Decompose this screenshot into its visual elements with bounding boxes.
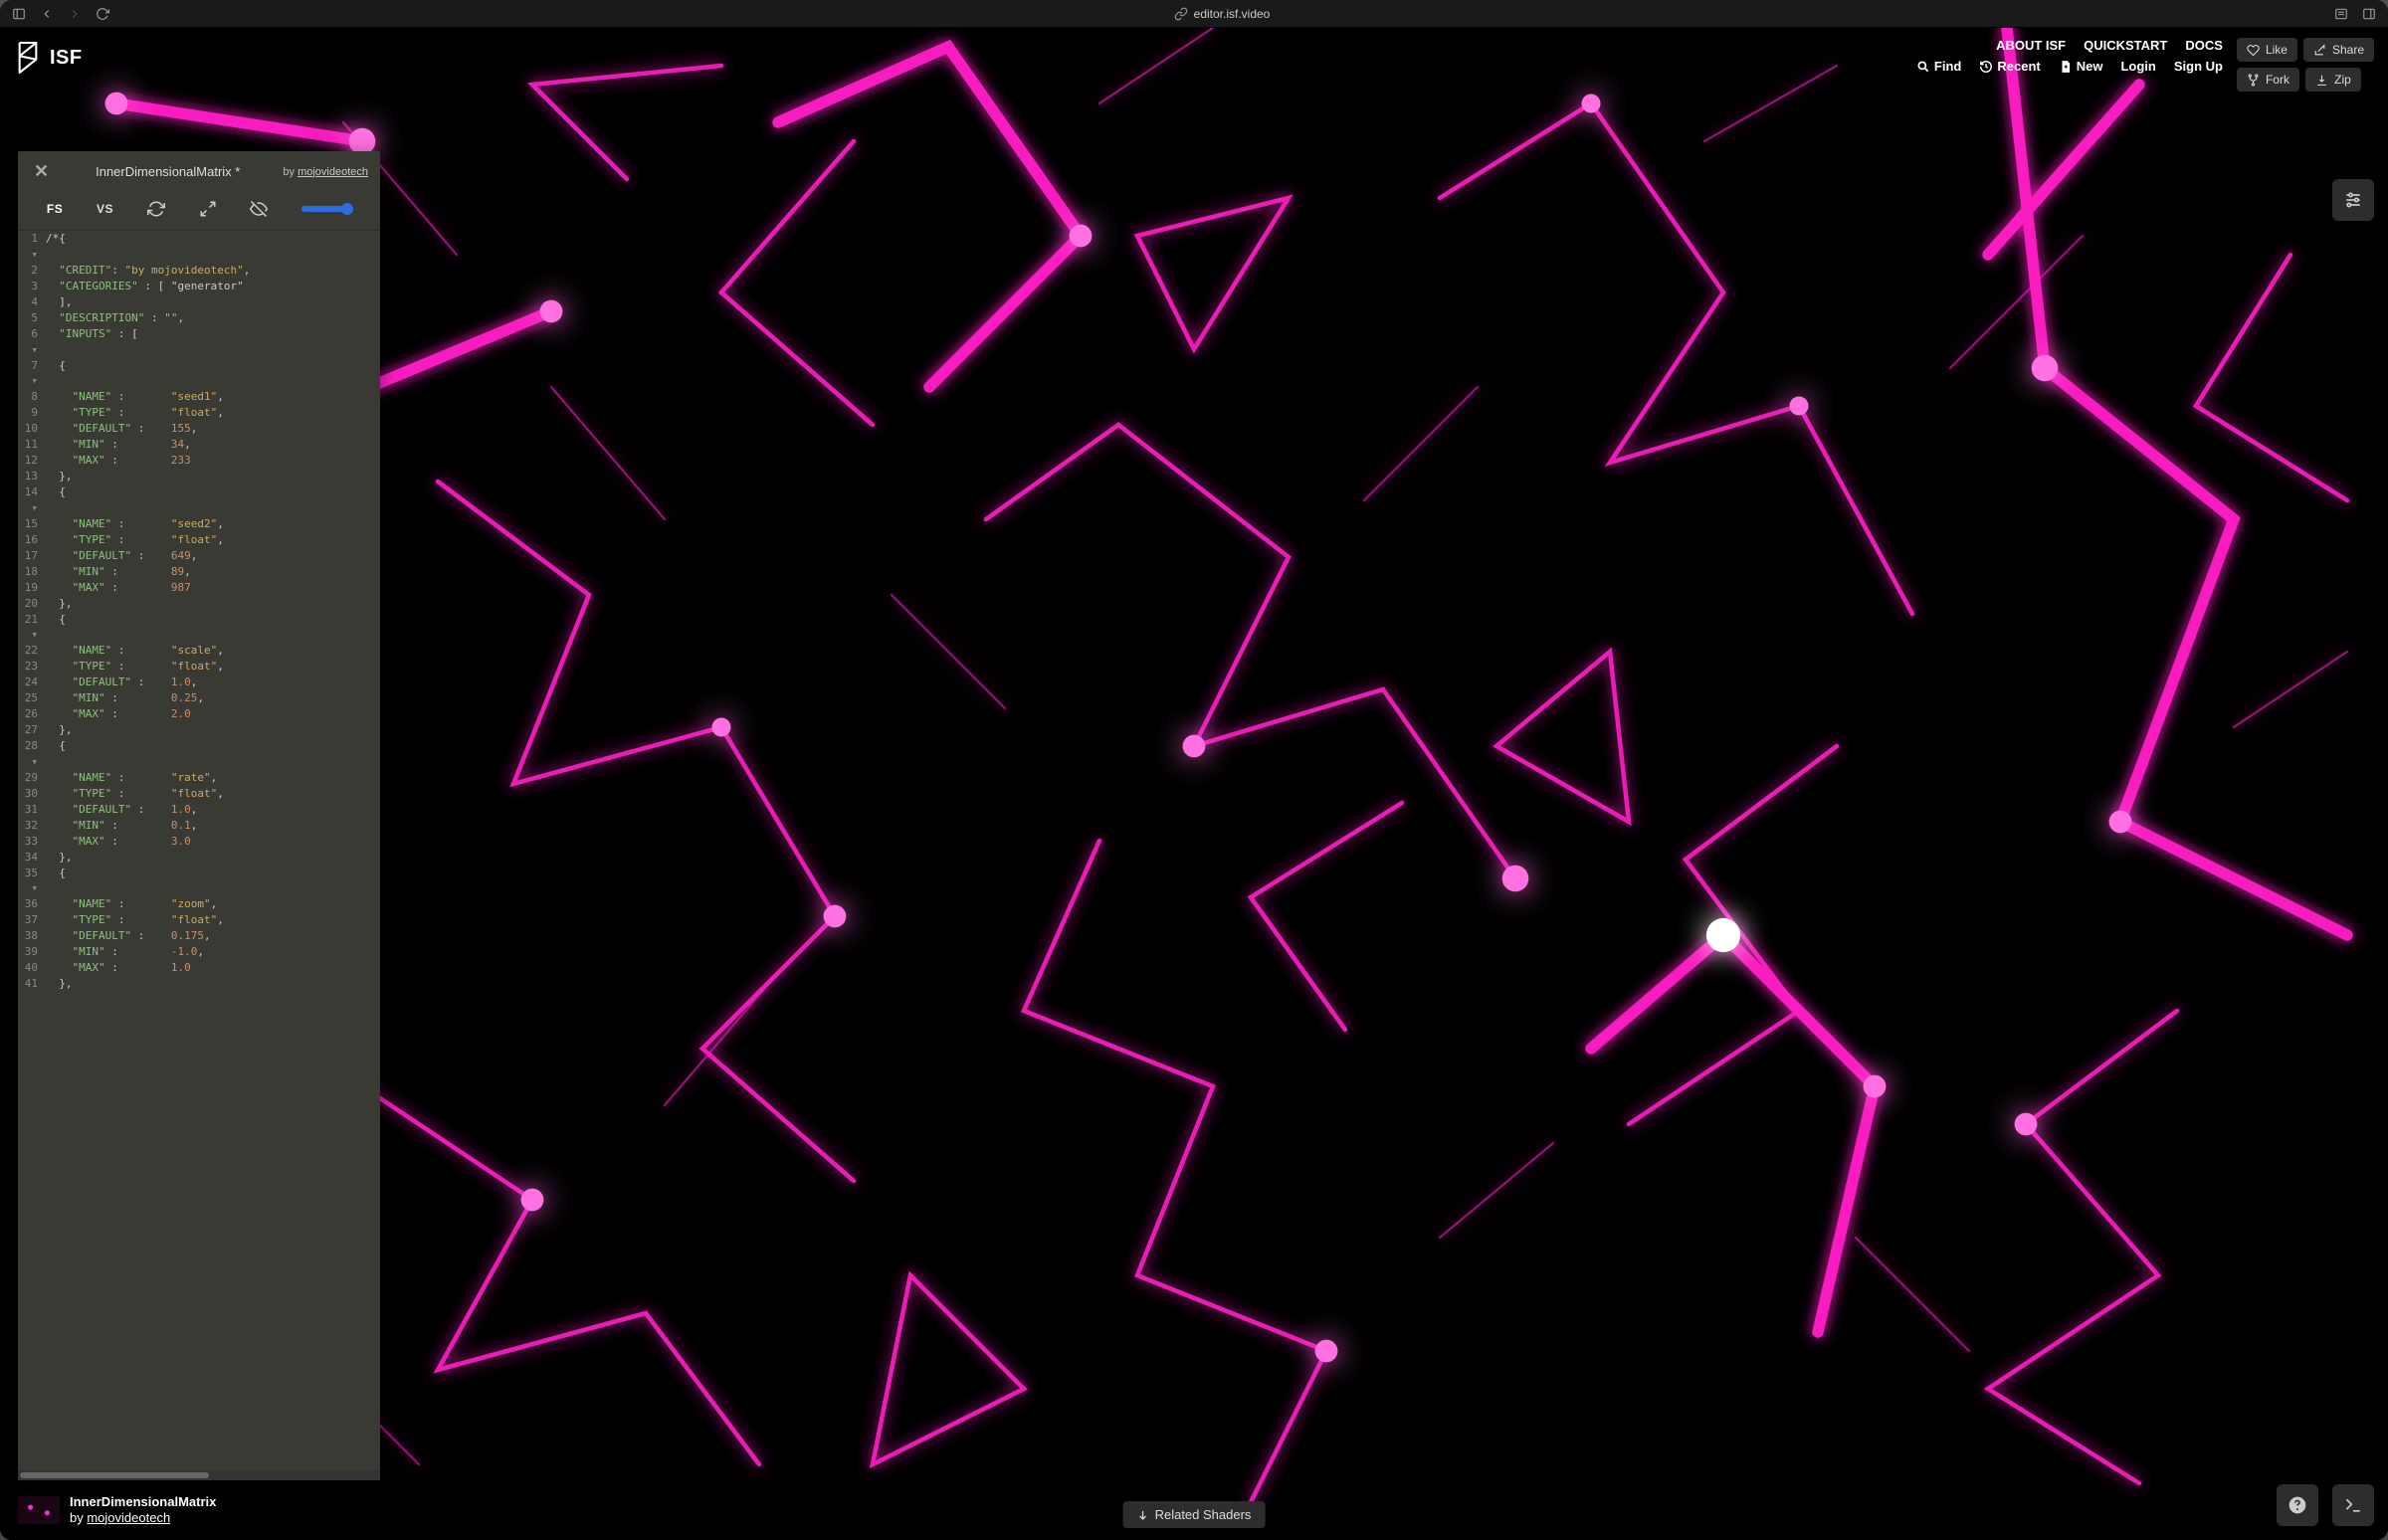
console-button[interactable] bbox=[2332, 1484, 2374, 1526]
url-text: editor.isf.video bbox=[1194, 7, 1271, 21]
like-button[interactable]: Like bbox=[2237, 38, 2297, 62]
nav-signup[interactable]: Sign Up bbox=[2174, 59, 2223, 74]
fullscreen-button[interactable] bbox=[199, 200, 217, 218]
eye-off-icon bbox=[250, 200, 268, 218]
help-icon bbox=[2288, 1495, 2307, 1515]
brand-text: ISF bbox=[50, 47, 83, 70]
terminal-icon bbox=[2343, 1495, 2363, 1515]
nav-bottom-row: Find Recent New Login Sign Up bbox=[1916, 59, 2223, 74]
nav-login[interactable]: Login bbox=[2120, 59, 2155, 74]
link-icon bbox=[1174, 7, 1188, 21]
settings-button[interactable] bbox=[2332, 179, 2374, 221]
editor-byline: by mojovideotech bbox=[283, 166, 368, 178]
nav-docs[interactable]: DOCS bbox=[2185, 38, 2223, 53]
fork-icon bbox=[2247, 74, 2260, 87]
editor-header: ✕ InnerDimensionalMatrix * by mojovideot… bbox=[18, 151, 380, 192]
heart-icon bbox=[2247, 44, 2260, 57]
tab-fs[interactable]: FS bbox=[47, 202, 63, 216]
search-icon bbox=[1916, 60, 1930, 74]
opacity-slider[interactable] bbox=[301, 206, 351, 212]
zip-button[interactable]: Zip bbox=[2305, 68, 2361, 92]
code-editor-panel: ✕ InnerDimensionalMatrix * by mojovideot… bbox=[18, 151, 380, 1480]
shader-thumbnail[interactable] bbox=[18, 1496, 60, 1524]
nav-quickstart[interactable]: QUICKSTART bbox=[2084, 38, 2167, 53]
brand-logo[interactable]: ISF bbox=[14, 38, 83, 78]
nav-new[interactable]: New bbox=[2059, 59, 2103, 74]
reload-shader-button[interactable] bbox=[147, 200, 165, 218]
footer-author-link[interactable]: mojovideotech bbox=[87, 1510, 170, 1525]
shader-info-card: InnerDimensionalMatrix by mojovideotech bbox=[18, 1494, 216, 1527]
horizontal-scrollbar[interactable] bbox=[18, 1470, 380, 1480]
tab-vs[interactable]: VS bbox=[97, 202, 113, 216]
share-button[interactable]: Share bbox=[2303, 38, 2374, 62]
nav-recent[interactable]: Recent bbox=[1979, 59, 2040, 74]
panels-icon[interactable] bbox=[2358, 5, 2380, 23]
back-icon[interactable] bbox=[36, 5, 58, 23]
reader-icon[interactable] bbox=[2330, 5, 2352, 23]
nav-top-row: ABOUT ISF QUICKSTART DOCS bbox=[1996, 38, 2223, 53]
sidebar-toggle-icon[interactable] bbox=[8, 5, 30, 23]
app-window: editor.isf.video bbox=[0, 0, 2388, 1540]
browser-chrome: editor.isf.video bbox=[0, 0, 2388, 28]
help-button[interactable] bbox=[2277, 1484, 2318, 1526]
code-area[interactable]: 1 ▾/*{2 "CREDIT": "by mojovideotech",3 "… bbox=[18, 231, 380, 1470]
history-icon bbox=[1979, 60, 1993, 74]
arrow-down-icon bbox=[1137, 1509, 1149, 1521]
address-bar[interactable]: editor.isf.video bbox=[1174, 7, 1271, 21]
isf-logo-icon bbox=[14, 38, 42, 78]
app-header: ISF ABOUT ISF QUICKSTART DOCS Find Recen… bbox=[0, 34, 2388, 96]
visibility-toggle[interactable] bbox=[250, 200, 268, 218]
download-icon bbox=[2315, 74, 2328, 87]
reload-icon[interactable] bbox=[92, 5, 113, 23]
shader-title: InnerDimensionalMatrix * bbox=[63, 164, 273, 179]
close-icon[interactable]: ✕ bbox=[30, 161, 53, 182]
forward-icon[interactable] bbox=[64, 5, 86, 23]
sliders-icon bbox=[2343, 190, 2363, 210]
fork-button[interactable]: Fork bbox=[2237, 68, 2299, 92]
share-icon bbox=[2313, 44, 2326, 57]
file-plus-icon bbox=[2059, 60, 2073, 74]
nav-about[interactable]: ABOUT ISF bbox=[1996, 38, 2066, 53]
expand-icon bbox=[199, 200, 217, 218]
nav-find[interactable]: Find bbox=[1916, 59, 1961, 74]
footer-shader-name: InnerDimensionalMatrix bbox=[70, 1494, 216, 1510]
editor-toolbar: FS VS bbox=[18, 192, 380, 231]
author-link[interactable]: mojovideotech bbox=[298, 166, 368, 178]
related-shaders-button[interactable]: Related Shaders bbox=[1123, 1501, 1266, 1528]
refresh-icon bbox=[147, 200, 165, 218]
